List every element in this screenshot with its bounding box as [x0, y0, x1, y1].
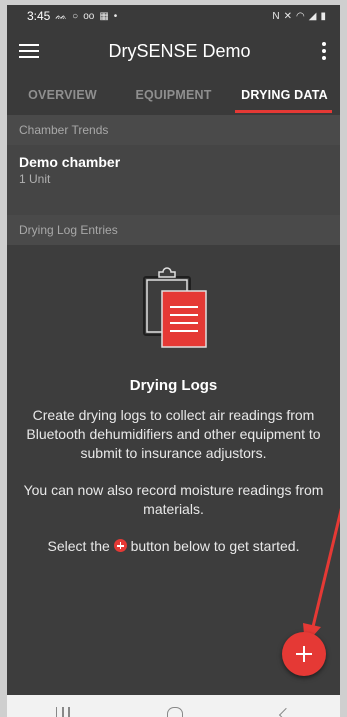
empty-state-instruction: Select the button below to get started. [21, 537, 326, 556]
back-icon[interactable] [279, 707, 294, 717]
wifi-icon: ◠ [296, 10, 305, 22]
circle-icon: ○ [72, 10, 79, 22]
app-bar: DrySENSE Demo [7, 27, 340, 75]
instruction-prefix: Select the [47, 538, 110, 554]
chamber-units: 1 Unit [19, 172, 51, 186]
mute-icon: ✕ [283, 10, 293, 22]
tab-bar: OVERVIEW EQUIPMENT DRYING DATA [7, 75, 340, 115]
chamber-list-item[interactable]: Demo chamber 1 Unit [7, 147, 340, 215]
pointer-arrow-icon [303, 508, 340, 645]
recents-icon[interactable] [55, 707, 70, 717]
battery-icon: ▮ [320, 10, 326, 22]
clipboard-icon [143, 267, 207, 348]
status-time: 3:45 [27, 9, 51, 23]
nfc-icon: N [272, 10, 280, 22]
add-drying-log-button[interactable] [282, 632, 326, 676]
phone-screen: 3:45 ᨐ ○ oo ▦ • N ✕ ◠ ◢ ▮ DrySENSE Demo … [7, 5, 340, 717]
empty-state: Drying Logs Create drying logs to collec… [7, 245, 340, 695]
location-icon: ᨐ [55, 10, 68, 22]
menu-icon[interactable] [7, 27, 51, 75]
chamber-name: Demo chamber [19, 154, 121, 170]
signal-icon: ◢ [308, 10, 317, 22]
tab-drying-data[interactable]: DRYING DATA [229, 75, 340, 115]
status-bar: 3:45 ᨐ ○ oo ▦ • N ✕ ◠ ◢ ▮ [7, 5, 340, 27]
android-nav-bar [7, 695, 340, 717]
empty-state-title: Drying Logs [129, 377, 218, 394]
more-options-icon[interactable] [308, 27, 340, 75]
chamber-trends-header: Chamber Trends [7, 115, 340, 145]
instruction-suffix: button below to get started. [130, 538, 300, 554]
voicemail-icon: oo [83, 10, 95, 22]
sim-icon: ▦ [99, 10, 109, 22]
tab-equipment[interactable]: EQUIPMENT [118, 75, 229, 115]
empty-state-moisture-note: You can now also record moisture reading… [23, 482, 324, 517]
dot-icon: • [113, 10, 118, 22]
tab-overview[interactable]: OVERVIEW [7, 75, 118, 115]
app-title: DrySENSE Demo [108, 40, 251, 61]
plus-circle-icon [113, 539, 127, 552]
empty-state-description: Create drying logs to collect air readin… [26, 407, 321, 461]
home-icon[interactable] [167, 707, 184, 717]
drying-log-header: Drying Log Entries [7, 215, 340, 245]
